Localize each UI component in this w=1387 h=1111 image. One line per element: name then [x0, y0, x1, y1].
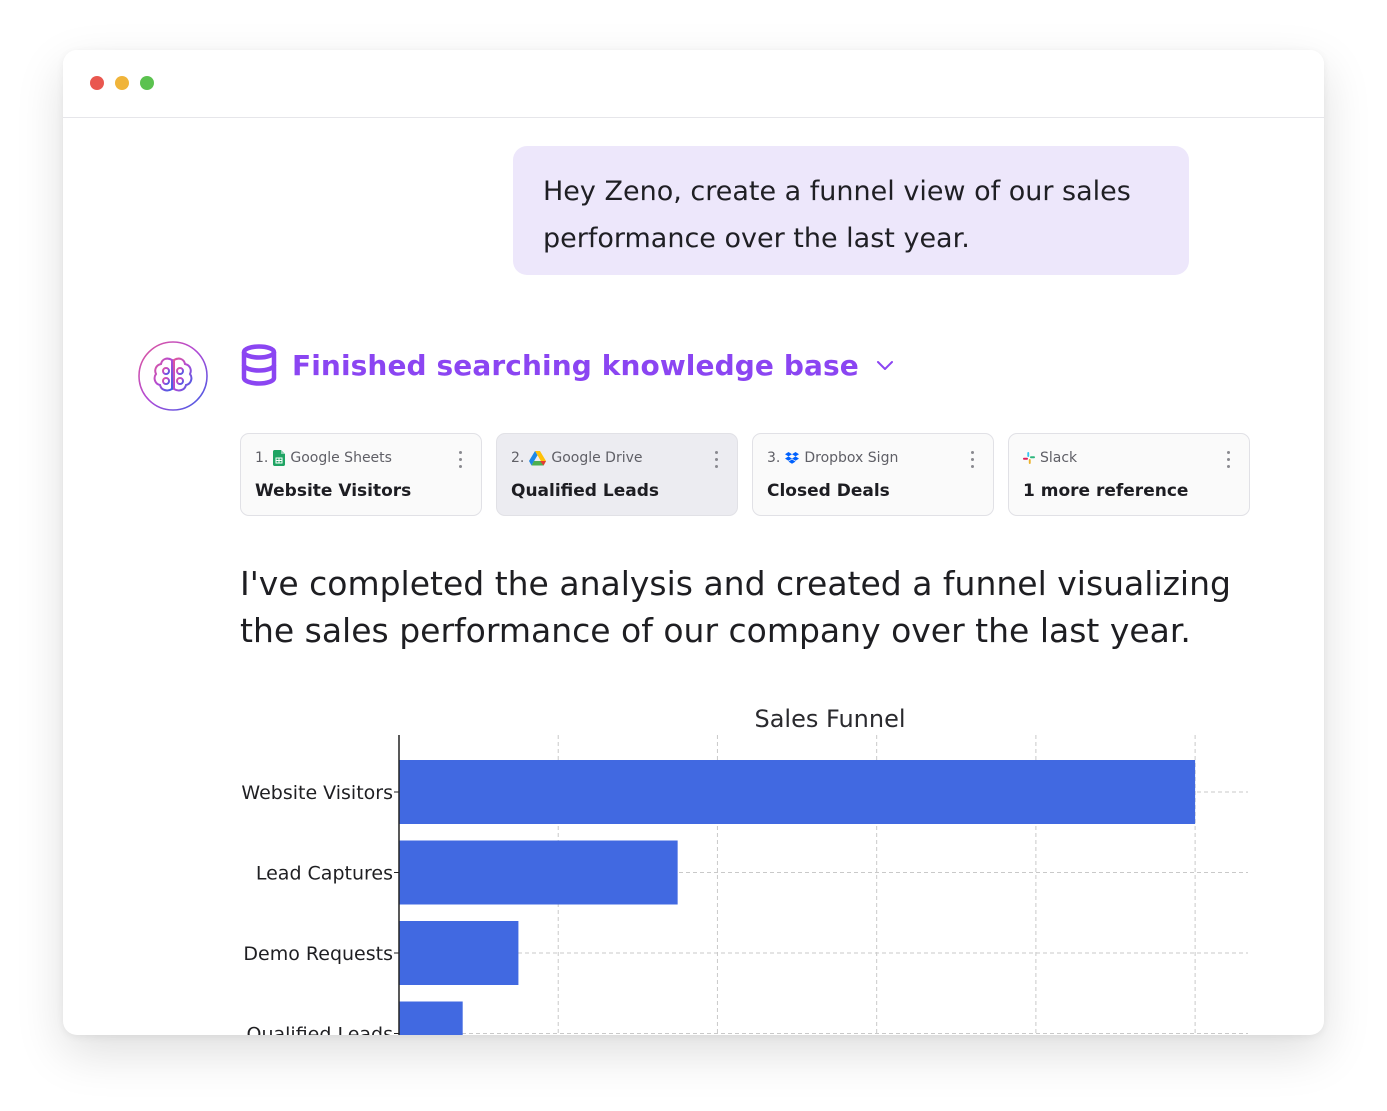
- more-options-icon[interactable]: [971, 451, 975, 469]
- knowledge-search-status[interactable]: Finished searching knowledge base: [240, 344, 895, 386]
- more-options-icon[interactable]: [1227, 451, 1231, 469]
- reference-source-name: Google Sheets: [290, 450, 392, 466]
- chart-category-label: Qualified Leads: [247, 1024, 394, 1036]
- close-window-button[interactable]: [90, 76, 104, 90]
- chart-bar: [399, 840, 678, 905]
- brain-icon: [138, 341, 208, 411]
- assistant-answer: I've completed the analysis and created …: [240, 564, 1231, 650]
- chart-bar: [399, 760, 1196, 824]
- chart-canvas: Sales Funnel Website Visitors Lead Capture…: [241, 705, 1248, 1036]
- reference-card-qualified-leads[interactable]: 2. Google Drive Qualified Leads: [496, 433, 738, 516]
- reference-title: Closed Deals: [767, 481, 890, 501]
- reference-source: Slack: [1023, 450, 1077, 466]
- sales-funnel-chart: Sales Funnel Website Visitors Lead Capture…: [233, 695, 1253, 1035]
- reference-source-name: Dropbox Sign: [804, 450, 899, 466]
- database-icon: [241, 344, 277, 386]
- user-message: Hey Zeno, create a funnel view of our sa…: [513, 146, 1189, 275]
- reference-title: 1 more reference: [1023, 481, 1189, 501]
- reference-index: 2.: [511, 450, 525, 466]
- chevron-down-icon[interactable]: [875, 358, 895, 372]
- reference-source-name: Slack: [1040, 450, 1078, 466]
- chart-title: Sales Funnel: [754, 705, 905, 733]
- reference-index: 1.: [255, 450, 269, 466]
- minimize-window-button[interactable]: [115, 76, 129, 90]
- chart-bar: [399, 921, 519, 985]
- chart-category-label: Website Visitors: [241, 782, 393, 804]
- app-window: Hey Zeno, create a funnel view of our sa…: [63, 50, 1324, 1035]
- maximize-window-button[interactable]: [140, 76, 154, 90]
- reference-source: 2. Google Drive: [511, 450, 643, 466]
- search-status-label: Finished searching knowledge base: [292, 348, 859, 382]
- more-options-icon[interactable]: [459, 451, 463, 469]
- reference-source-name: Google Drive: [551, 450, 643, 466]
- reference-title: Website Visitors: [255, 481, 412, 501]
- chart-bar: [399, 1001, 463, 1035]
- google-drive-icon: [529, 450, 547, 465]
- reference-card-closed-deals[interactable]: 3. Dropbox Sign Closed Deals: [752, 433, 994, 516]
- dropbox-icon: [785, 452, 800, 464]
- reference-source: 3. Dropbox Sign: [767, 450, 898, 466]
- chart-category-label: Demo Requests: [243, 943, 393, 965]
- reference-index: 3.: [767, 450, 781, 466]
- reference-card-more[interactable]: Slack 1 more reference: [1008, 433, 1250, 516]
- more-options-icon[interactable]: [715, 451, 719, 469]
- chart-category-label: Lead Captures: [256, 863, 393, 885]
- reference-title: Qualified Leads: [511, 481, 660, 501]
- reference-list: 1. Google Sheets Website Visitors 2. Goo…: [240, 433, 1250, 516]
- slack-icon: [1023, 452, 1035, 464]
- title-bar: [63, 50, 1324, 118]
- reference-source: 1. Google Sheets: [255, 450, 392, 466]
- google-sheets-icon: [273, 450, 286, 466]
- reference-card-website-visitors[interactable]: 1. Google Sheets Website Visitors: [240, 433, 482, 516]
